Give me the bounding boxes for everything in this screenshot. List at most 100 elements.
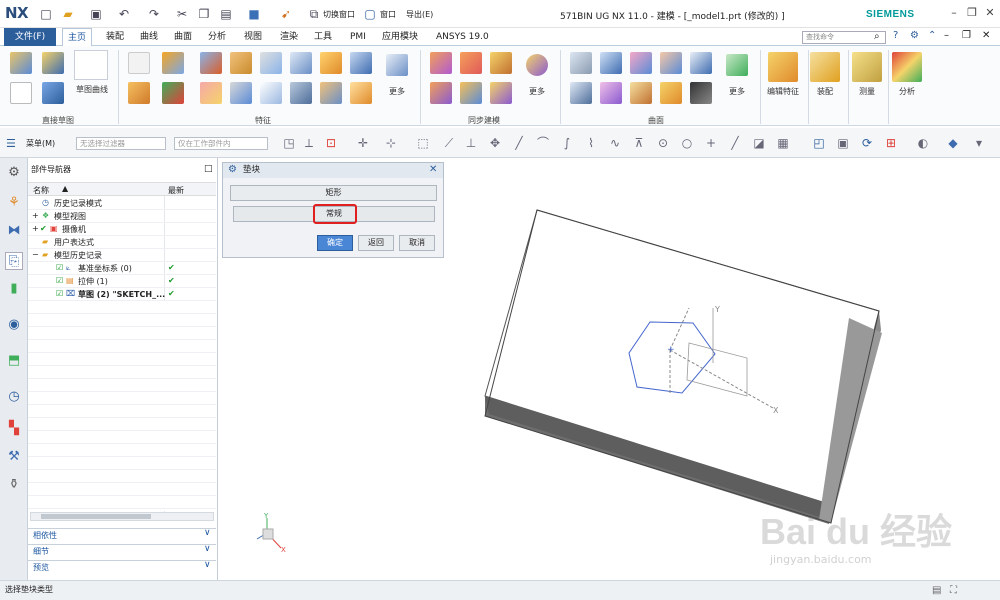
cross-point-icon[interactable]: + bbox=[704, 136, 718, 150]
system-scene-icon[interactable]: ⚱ bbox=[5, 476, 23, 494]
paste-icon[interactable]: ▤ bbox=[218, 6, 234, 22]
more-features-label[interactable]: 更多 bbox=[380, 86, 414, 97]
control-point-icon[interactable]: ✥ bbox=[488, 136, 502, 150]
hole-icon[interactable] bbox=[162, 52, 184, 74]
chevron-down-icon[interactable]: ∨ bbox=[204, 560, 211, 570]
through-curves-icon[interactable] bbox=[600, 52, 622, 74]
subtract-icon[interactable] bbox=[200, 82, 222, 104]
grid-icon[interactable]: ▦ bbox=[776, 136, 790, 150]
boss-icon[interactable] bbox=[230, 52, 252, 74]
cancel-button[interactable]: 取消 bbox=[399, 235, 435, 251]
snap-icon[interactable]: ⟂ bbox=[302, 136, 316, 150]
measure-icon[interactable] bbox=[852, 52, 882, 82]
resource-settings-icon[interactable]: ⚙ bbox=[5, 164, 23, 182]
intersection-icon[interactable]: ╱ bbox=[512, 136, 526, 150]
copy-icon[interactable]: ❐ bbox=[196, 6, 212, 22]
switch-window-label[interactable]: 切换窗口 bbox=[323, 9, 355, 20]
web-browser-icon[interactable]: ◉ bbox=[5, 316, 23, 334]
horizontal-scrollbar[interactable] bbox=[30, 512, 214, 521]
measure-label[interactable]: 测量 bbox=[848, 86, 886, 97]
pull-face-icon[interactable] bbox=[460, 52, 482, 74]
datum-plane-icon[interactable] bbox=[128, 52, 150, 74]
navigator-maximize-icon[interactable]: □ bbox=[204, 164, 213, 174]
tab-assembly[interactable]: 装配 bbox=[106, 28, 124, 46]
selection-scope-dropdown[interactable]: 仅在工作部件内 bbox=[174, 137, 268, 150]
more-sync-icon[interactable] bbox=[526, 54, 548, 76]
tab-render[interactable]: 渲染 bbox=[280, 28, 298, 46]
doc-close-icon[interactable]: ✕ bbox=[982, 30, 990, 41]
collapse-icon[interactable]: − bbox=[32, 250, 39, 259]
minimize-icon[interactable]: – bbox=[946, 5, 962, 21]
new-file-icon[interactable]: □ bbox=[38, 6, 54, 22]
history-palette-icon[interactable]: ⬒ bbox=[5, 352, 23, 370]
tree-row[interactable]: ◷ 历史记录模式 bbox=[28, 197, 216, 210]
orient-view-icon[interactable]: ⊞ bbox=[884, 136, 898, 150]
line-icon[interactable]: ╱ bbox=[728, 136, 742, 150]
export-menu[interactable]: 导出(E) bbox=[406, 9, 433, 20]
tab-analysis[interactable]: 分析 bbox=[208, 28, 226, 46]
fullscreen-icon[interactable]: ⛶ bbox=[950, 582, 957, 600]
rect-select-icon[interactable]: ⬚ bbox=[416, 136, 430, 150]
select-all-icon[interactable]: ◳ bbox=[282, 136, 296, 150]
save-icon[interactable]: ▣ bbox=[88, 6, 104, 22]
checkbox-icon[interactable]: ☑ bbox=[56, 276, 63, 285]
col-latest-header[interactable]: 最新 bbox=[168, 185, 184, 196]
more-surface-icon[interactable] bbox=[726, 54, 748, 76]
details-panel[interactable]: 细节 bbox=[28, 544, 216, 558]
open-folder-icon[interactable]: ▰ bbox=[60, 6, 76, 22]
revolve-icon[interactable] bbox=[128, 82, 150, 104]
tangent-icon[interactable]: ⊼ bbox=[632, 136, 646, 150]
repeat-command-icon[interactable]: ➹ bbox=[278, 6, 294, 22]
sweep-icon[interactable] bbox=[260, 82, 282, 104]
tab-applications[interactable]: 应用模块 bbox=[382, 28, 418, 46]
tab-curve[interactable]: 曲线 bbox=[140, 28, 158, 46]
edit-feature-icon[interactable] bbox=[768, 52, 798, 82]
redo-icon[interactable]: ↷ bbox=[146, 6, 162, 22]
col-name-header[interactable]: 名称 bbox=[33, 185, 49, 196]
tree-row[interactable]: ☑ ⌧ 草图 (2) "SKETCH_... ✔ bbox=[28, 288, 216, 301]
block-icon[interactable] bbox=[200, 52, 222, 74]
switch-window-icon[interactable]: ⧉ bbox=[306, 6, 322, 22]
role-icon[interactable]: ⚒ bbox=[5, 448, 23, 466]
file-menu-tab[interactable]: 文件(F) bbox=[4, 28, 56, 46]
point-on-curve-icon[interactable]: ⊹ bbox=[384, 136, 398, 150]
pocket-icon[interactable] bbox=[290, 52, 312, 74]
tree-row[interactable]: + ❖ 模型视图 bbox=[28, 210, 216, 223]
four-point-surface-icon[interactable] bbox=[570, 52, 592, 74]
circle-point-icon[interactable]: ⊙ bbox=[656, 136, 670, 150]
shell-icon[interactable] bbox=[230, 82, 252, 104]
assembly-navigator-icon[interactable]: ⚘ bbox=[5, 194, 23, 212]
n-sided-surface-icon[interactable] bbox=[600, 82, 622, 104]
menu-icon[interactable]: ☰ bbox=[6, 137, 16, 150]
assembly-label[interactable]: 装配 bbox=[806, 86, 844, 97]
snap-point-icon[interactable]: ✛ bbox=[356, 136, 370, 150]
dependencies-panel[interactable]: 相依性 bbox=[28, 528, 216, 542]
through-curve-mesh-icon[interactable] bbox=[570, 82, 592, 104]
trim-body-icon[interactable] bbox=[290, 82, 312, 104]
expand-icon[interactable]: + bbox=[32, 211, 39, 220]
face-point-icon[interactable]: ◪ bbox=[752, 136, 766, 150]
tree-row[interactable]: + ✔ ▣ 摄像机 bbox=[28, 223, 216, 236]
gear-icon[interactable]: ⚙ bbox=[228, 164, 237, 175]
settings-icon[interactable]: ⚙ bbox=[910, 30, 919, 41]
scrollbar-thumb[interactable] bbox=[41, 514, 151, 519]
tab-tools[interactable]: 工具 bbox=[314, 28, 332, 46]
patch-icon[interactable] bbox=[630, 82, 652, 104]
chevron-down-icon[interactable]: ∨ bbox=[204, 528, 211, 538]
fit-icon[interactable]: ◰ bbox=[812, 136, 826, 150]
doc-restore-icon[interactable]: ❐ bbox=[962, 30, 971, 41]
back-button[interactable]: 返回 bbox=[358, 235, 394, 251]
swept-surface-icon[interactable] bbox=[660, 52, 682, 74]
checkbox-icon[interactable]: ☑ bbox=[56, 263, 63, 272]
tab-pmi[interactable]: PMI bbox=[350, 28, 366, 46]
rotate-icon[interactable]: ⟳ bbox=[860, 136, 874, 150]
assembly-icon[interactable] bbox=[810, 52, 840, 82]
pad-icon[interactable] bbox=[260, 52, 282, 74]
resize-blend-icon[interactable] bbox=[490, 82, 512, 104]
preview-panel[interactable]: 预览 bbox=[28, 560, 216, 574]
type-filter-dropdown[interactable]: 无选择过滤器 bbox=[76, 137, 166, 150]
reuse-library-icon[interactable]: ▮ bbox=[5, 280, 23, 298]
search-icon[interactable]: ⌕ bbox=[874, 31, 880, 42]
chevron-down-icon[interactable]: ∨ bbox=[204, 544, 211, 554]
window-icon[interactable]: ▢ bbox=[362, 6, 378, 22]
